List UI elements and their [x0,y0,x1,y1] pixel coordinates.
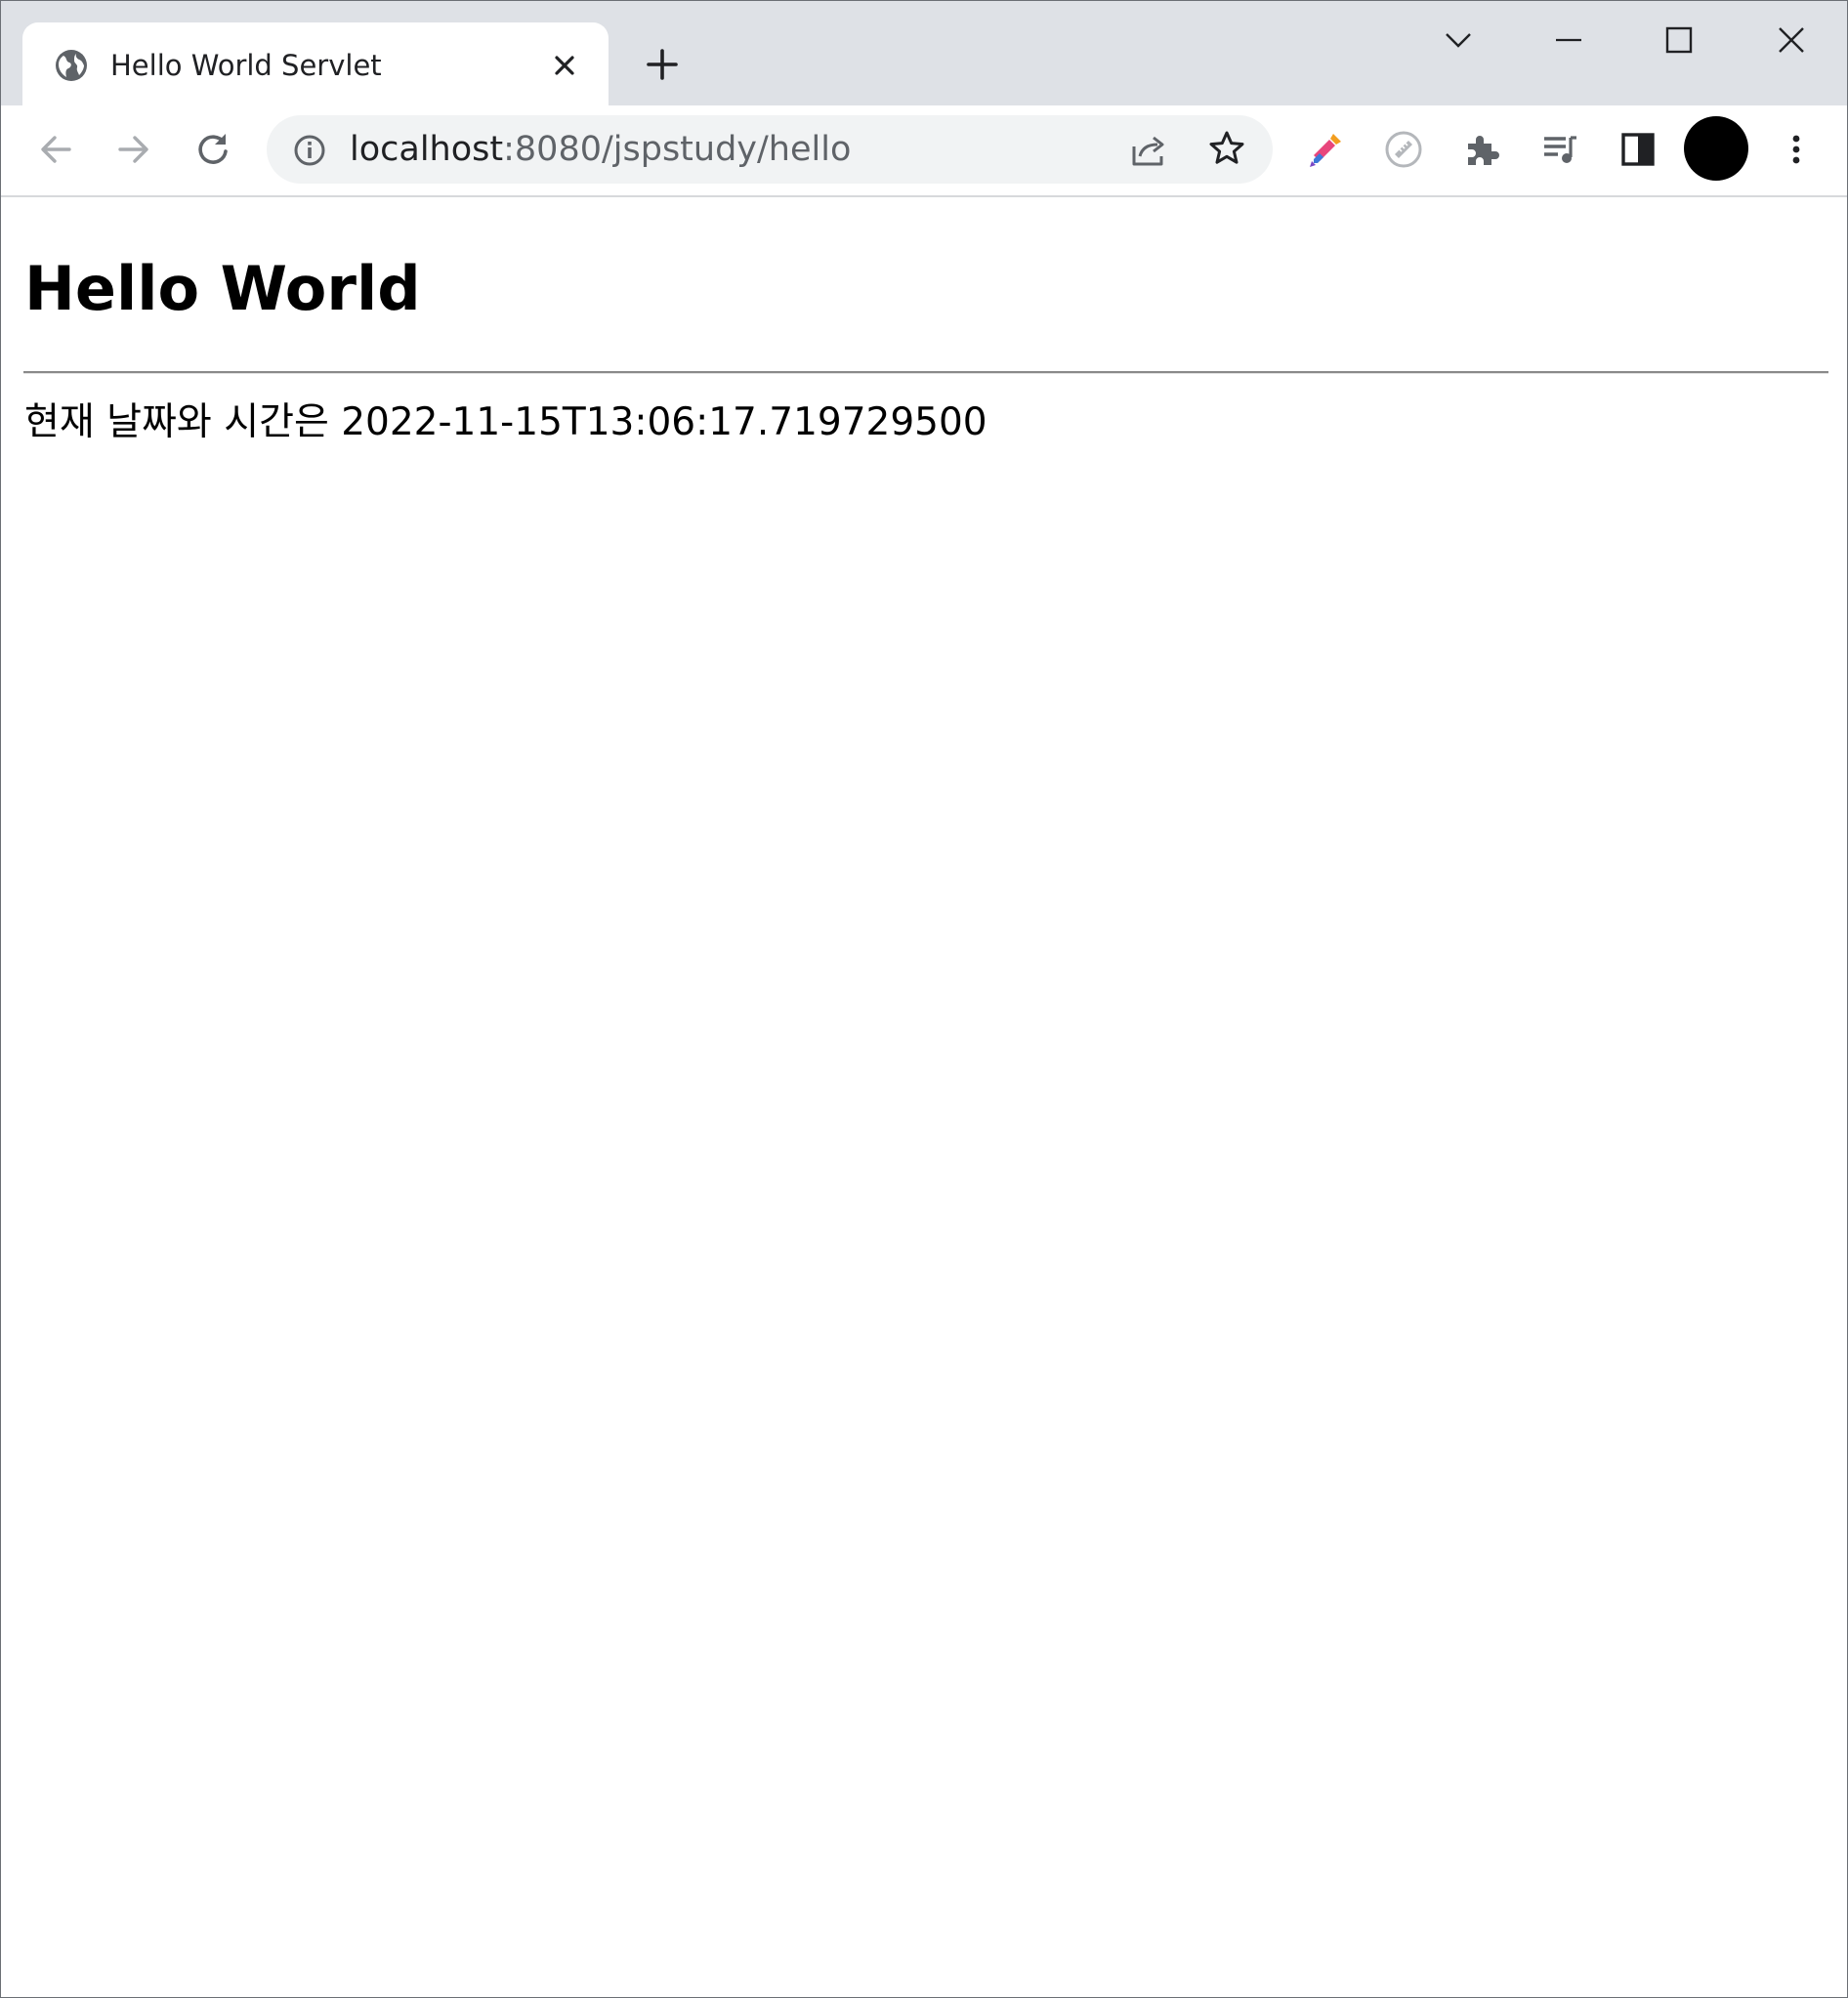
browser-toolbar: localhost:8080/jspstudy/hello [1,105,1847,197]
page-content: Hello World 현재 날짜와 시간은 2022-11-15T13:06:… [1,197,1847,1997]
tab-strip: Hello World Servlet [1,1,1847,105]
chevron-down-icon[interactable] [1429,19,1488,62]
share-icon[interactable] [1128,129,1169,170]
url-path: :8080/jspstudy/hello [503,130,852,169]
minimize-icon[interactable] [1539,19,1598,62]
back-arrow-icon[interactable] [31,125,80,174]
tab-hello-world-servlet[interactable]: Hello World Servlet [22,22,609,105]
site-info-icon[interactable] [292,133,327,168]
maximize-icon[interactable] [1650,19,1708,62]
puzzle-icon[interactable] [1458,126,1505,173]
close-icon[interactable] [1762,19,1821,62]
address-bar[interactable]: localhost:8080/jspstudy/hello [267,115,1273,184]
bookmark-star-icon[interactable] [1206,128,1247,169]
side-panel-icon[interactable] [1615,126,1661,173]
forward-arrow-icon[interactable] [109,125,158,174]
page-heading: Hello World [24,253,421,324]
reload-icon[interactable] [189,125,237,174]
datetime-text: 현재 날짜와 시간은 2022-11-15T13:06:17.719729500 [24,400,987,444]
reading-list-icon[interactable] [1536,126,1583,173]
ruler-icon[interactable] [1380,126,1427,173]
profile-avatar[interactable] [1684,116,1748,181]
browser-window: Hello World Servlet localhost:8080/jspst… [0,0,1848,1998]
horizontal-rule [23,371,1828,374]
close-tab-icon[interactable] [550,51,579,80]
url-text[interactable]: localhost:8080/jspstudy/hello [350,128,851,171]
url-host: localhost [350,130,504,169]
color-picker-icon[interactable] [1302,126,1349,173]
globe-icon [54,48,89,83]
new-tab-plus-icon[interactable] [644,46,681,83]
tab-title: Hello World Servlet [110,49,382,82]
more-vertical-icon[interactable] [1773,126,1820,173]
